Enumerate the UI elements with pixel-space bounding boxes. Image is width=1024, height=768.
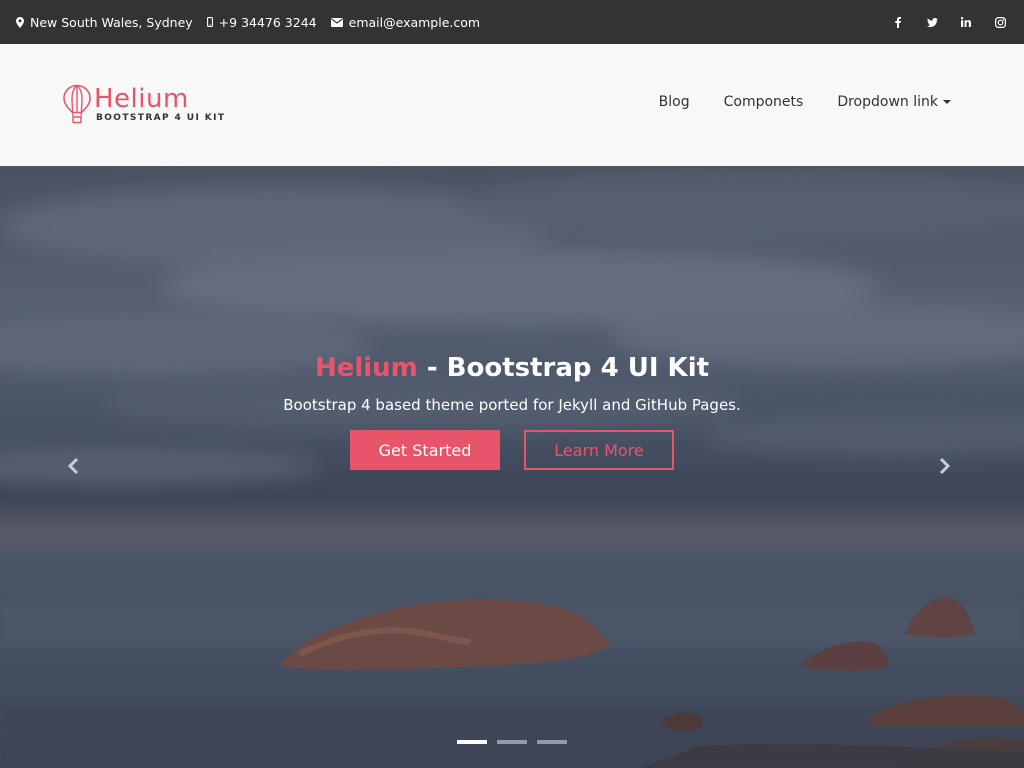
linkedin-link[interactable] bbox=[958, 14, 974, 30]
instagram-icon bbox=[994, 16, 1006, 28]
dropdown-label: Dropdown link bbox=[837, 94, 938, 110]
main-navbar: Helium BOOTSTRAP 4 UI KIT Blog Componets… bbox=[0, 44, 1024, 166]
hero-carousel: Helium - Bootstrap 4 UI Kit Bootstrap 4 … bbox=[0, 166, 1024, 768]
carousel-indicator[interactable] bbox=[537, 740, 567, 744]
hero-subtitle: Bootstrap 4 based theme ported for Jekyl… bbox=[283, 396, 741, 414]
sky-background bbox=[0, 171, 1024, 484]
location-info: New South Wales, Sydney bbox=[16, 15, 193, 30]
facebook-icon bbox=[895, 16, 901, 28]
top-info-bar: New South Wales, Sydney +9 34476 3244 em… bbox=[0, 0, 1024, 44]
learn-more-button[interactable]: Learn More bbox=[524, 430, 674, 470]
carousel-indicator[interactable] bbox=[457, 740, 487, 744]
envelope-icon bbox=[330, 17, 343, 27]
phone-text: +9 34476 3244 bbox=[218, 14, 317, 30]
nav-item-components[interactable]: Componets bbox=[724, 94, 804, 110]
instagram-link[interactable] bbox=[992, 14, 1008, 30]
carousel-indicators bbox=[457, 740, 577, 744]
nav-links: Blog Componets Dropdown link bbox=[625, 94, 951, 110]
sea-rocks-background bbox=[0, 597, 1024, 768]
hero-title: Helium - Bootstrap 4 UI Kit bbox=[0, 352, 1024, 384]
hot-air-balloon-icon bbox=[63, 84, 91, 124]
get-started-button[interactable]: Get Started bbox=[350, 430, 500, 470]
contact-info: New South Wales, Sydney +9 34476 3244 em… bbox=[16, 15, 494, 30]
map-marker-icon bbox=[16, 16, 24, 28]
caret-down-icon bbox=[943, 100, 951, 104]
hero-title-rest: - Bootstrap 4 UI Kit bbox=[417, 353, 710, 383]
carousel-indicator[interactable] bbox=[497, 740, 527, 744]
hero-buttons: Get Started Learn More bbox=[0, 430, 1024, 470]
facebook-link[interactable] bbox=[890, 14, 906, 30]
phone-info: +9 34476 3244 bbox=[206, 14, 317, 30]
location-text: New South Wales, Sydney bbox=[30, 14, 193, 30]
twitter-link[interactable] bbox=[924, 14, 940, 30]
twitter-icon bbox=[926, 17, 938, 27]
email-info[interactable]: email@example.com bbox=[330, 15, 480, 30]
nav-item-blog[interactable]: Blog bbox=[659, 94, 690, 110]
brand-logo[interactable]: Helium BOOTSTRAP 4 UI KIT bbox=[62, 84, 225, 124]
social-links bbox=[872, 14, 1008, 30]
brand-name: Helium bbox=[94, 84, 189, 114]
hero-title-accent: Helium bbox=[314, 353, 418, 383]
brand-tagline: BOOTSTRAP 4 UI KIT bbox=[96, 113, 226, 123]
email-link[interactable]: email@example.com bbox=[349, 15, 480, 30]
linkedin-icon bbox=[961, 17, 971, 27]
hero-caption: Helium - Bootstrap 4 UI Kit Bootstrap 4 … bbox=[0, 352, 1024, 470]
nav-item-dropdown[interactable]: Dropdown link bbox=[837, 94, 951, 110]
mobile-phone-icon bbox=[206, 17, 213, 27]
brand-text: Helium BOOTSTRAP 4 UI KIT bbox=[94, 84, 225, 123]
